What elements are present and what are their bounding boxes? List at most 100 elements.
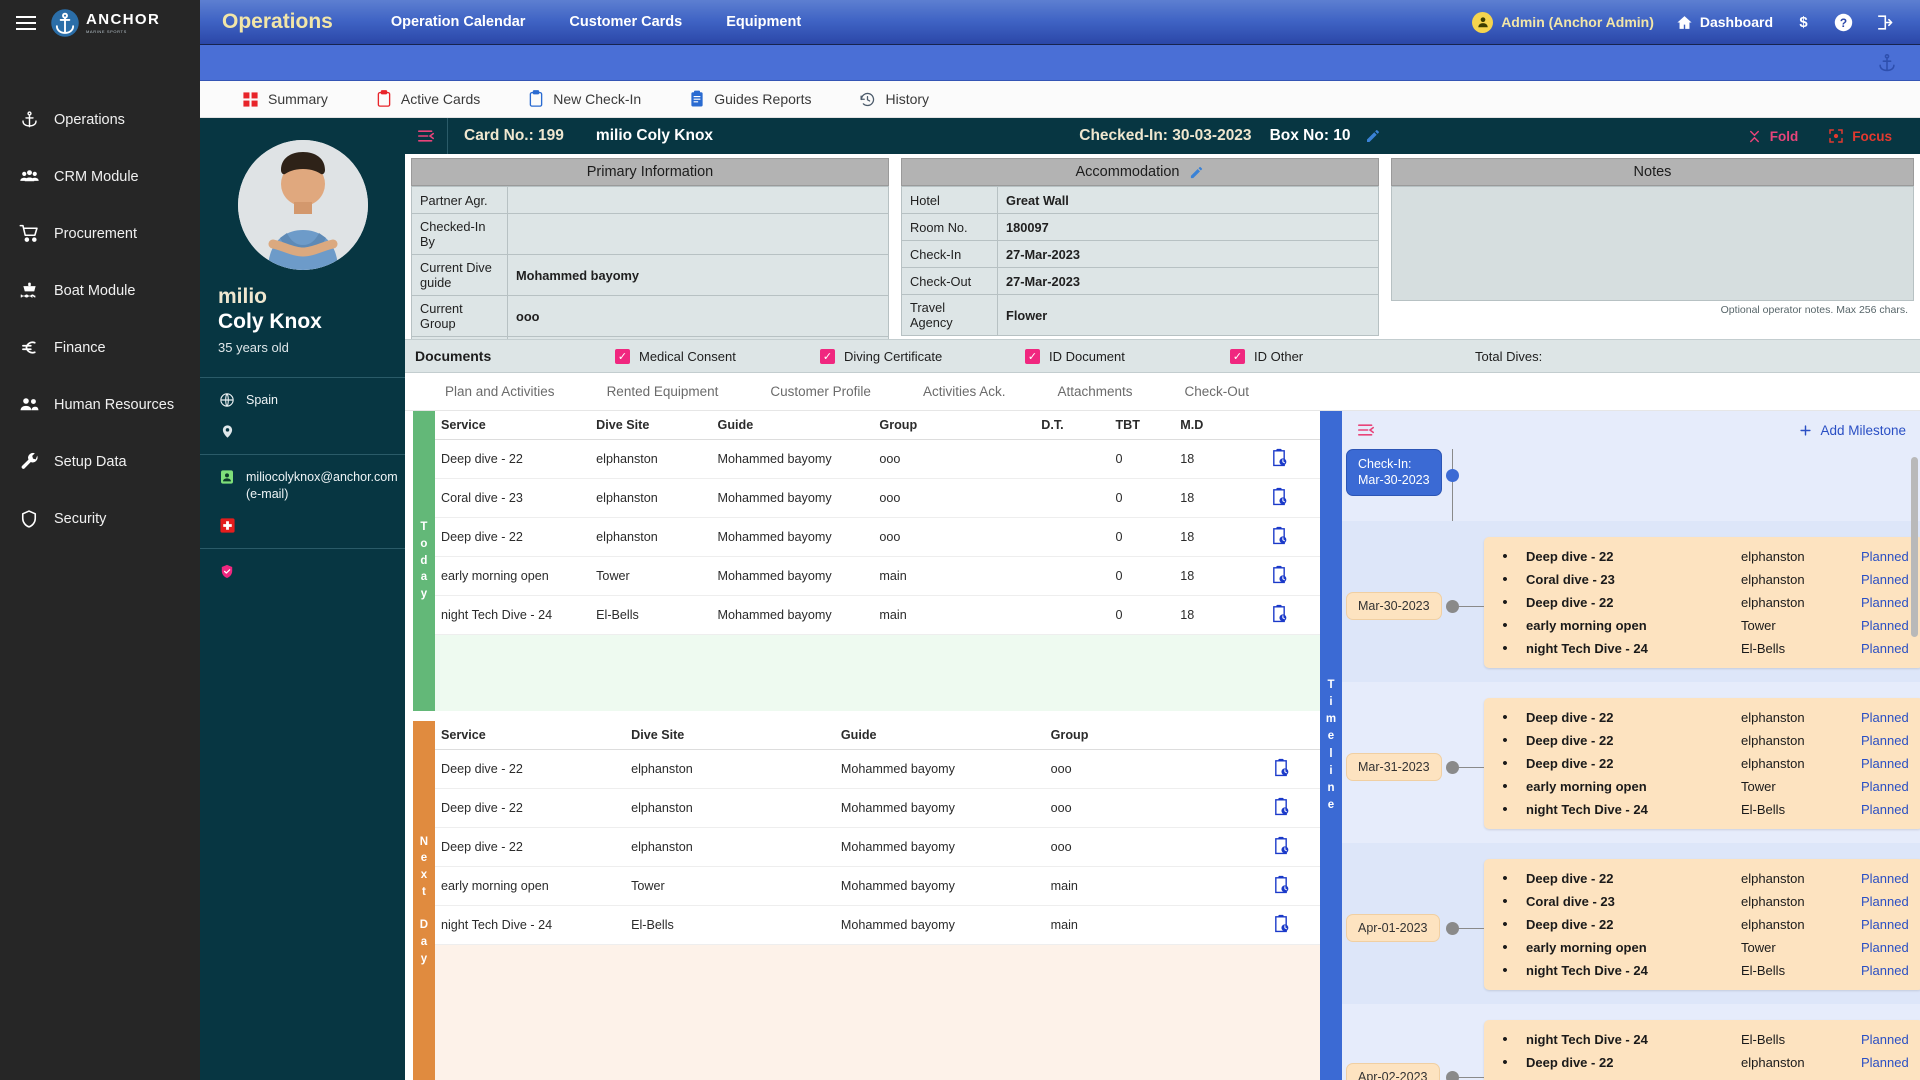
clipboard-clock-icon[interactable]	[1272, 844, 1290, 858]
cell-action[interactable]	[1241, 867, 1320, 906]
row-value-travel-agency[interactable]: Flower	[998, 295, 1379, 336]
table-row[interactable]: Deep dive - 22elphanstonMohammed bayomyo…	[435, 518, 1320, 557]
timeline-scroll-area[interactable]: Check-In:Mar-30-2023 Mar-30-2023 •Deep div…	[1342, 449, 1920, 1080]
row-value-check-in[interactable]: 27-Mar-2023	[998, 241, 1379, 268]
tab-active-cards[interactable]: Active Cards	[352, 81, 504, 117]
timeline-item[interactable]: •Coral dive - 23elphanstonPlanned	[1484, 890, 1909, 913]
cell-action[interactable]	[1239, 518, 1320, 557]
timeline-item[interactable]: •Coral dive - 23elphanstonPlanned	[1484, 568, 1909, 591]
clipboard-clock-icon[interactable]	[1270, 495, 1288, 509]
table-row[interactable]: early morning openTowerMohammed bayomyma…	[435, 557, 1320, 596]
row-value-current-group[interactable]: ooo	[508, 296, 889, 337]
document-checkbox-id-document[interactable]: ✓ ID Document	[1025, 349, 1230, 364]
card-collapse-toggle-icon[interactable]	[405, 128, 447, 144]
cell-action[interactable]	[1241, 906, 1320, 945]
timeline-collapse-toggle-icon[interactable]	[1356, 422, 1376, 438]
cell-action[interactable]	[1239, 440, 1320, 479]
timeline-item[interactable]: •Deep dive - 22elphanstonPlanned	[1484, 867, 1909, 890]
table-row[interactable]: night Tech Dive - 24El-BellsMohammed bay…	[435, 596, 1320, 635]
timeline-item[interactable]: •early morning openTowerPlanned	[1484, 775, 1909, 798]
tab-summary[interactable]: Summary	[218, 81, 352, 117]
user-menu[interactable]: Admin (Anchor Admin)	[1472, 12, 1654, 33]
clipboard-clock-icon[interactable]	[1272, 883, 1290, 897]
sidebar-item-setup-data[interactable]: Setup Data	[0, 433, 200, 490]
row-value[interactable]	[508, 187, 889, 214]
clipboard-clock-icon[interactable]	[1270, 573, 1288, 587]
sidebar-item-crm-module[interactable]: CRM Module	[0, 148, 200, 205]
anchor-icon[interactable]	[1876, 52, 1898, 74]
edit-pencil-icon[interactable]	[1351, 128, 1381, 144]
cell-action[interactable]	[1241, 789, 1320, 828]
add-milestone-button[interactable]: Add Milestone	[1798, 423, 1906, 438]
tab-history[interactable]: History	[835, 81, 953, 117]
row-value-check-out[interactable]: 27-Mar-2023	[998, 268, 1379, 295]
table-row[interactable]: Coral dive - 23elphanstonMohammed bayomy…	[435, 479, 1320, 518]
timeline-scrollbar[interactable]	[1911, 457, 1918, 637]
inner-tab-rented-equipment[interactable]: Rented Equipment	[581, 384, 745, 399]
help-icon[interactable]: ?	[1834, 13, 1853, 32]
sidebar-item-operations[interactable]: Operations	[0, 91, 200, 148]
clipboard-clock-icon[interactable]	[1272, 805, 1290, 819]
timeline-item[interactable]: •early morning openTowerPlanned	[1484, 614, 1909, 637]
timeline-item[interactable]: •Deep dive - 22elphanstonPlanned	[1484, 706, 1909, 729]
nav-item-customer-cards[interactable]: Customer Cards	[547, 14, 704, 30]
dashboard-link[interactable]: Dashboard	[1676, 14, 1773, 31]
clipboard-clock-icon[interactable]	[1270, 534, 1288, 548]
row-value-hotel[interactable]: Great Wall	[998, 187, 1379, 214]
sidebar-item-human-resources[interactable]: Human Resources	[0, 376, 200, 433]
cell-action[interactable]	[1241, 828, 1320, 867]
cell-action[interactable]	[1239, 557, 1320, 596]
timeline-item[interactable]: •Deep dive - 22elphanstonPlanned	[1484, 591, 1909, 614]
timeline-date-pill[interactable]: Mar-31-2023	[1346, 753, 1442, 781]
timeline-item[interactable]: •Deep dive - 22elphanstonPlanned	[1484, 545, 1909, 568]
document-checkbox-medical-consent[interactable]: ✓ Medical Consent	[615, 349, 820, 364]
nav-item-operation-calendar[interactable]: Operation Calendar	[369, 14, 548, 30]
nav-item-equipment[interactable]: Equipment	[704, 14, 823, 30]
edit-pencil-icon[interactable]	[1189, 165, 1204, 180]
inner-tab-check-out[interactable]: Check-Out	[1159, 384, 1276, 399]
nav-title-operations[interactable]: Operations	[222, 10, 333, 34]
table-row[interactable]: Deep dive - 22elphanstonMohammed bayomyo…	[435, 789, 1320, 828]
timeline-item[interactable]: •Deep dive - 22elphanstonPlanned	[1484, 729, 1909, 752]
row-value[interactable]	[508, 214, 889, 255]
inner-tab-attachments[interactable]: Attachments	[1031, 384, 1158, 399]
clipboard-clock-icon[interactable]	[1270, 456, 1288, 470]
tab-new-check-in[interactable]: New Check-In	[504, 81, 665, 117]
row-value-dive-guide[interactable]: Mohammed bayomy	[508, 255, 889, 296]
tab-guides-reports[interactable]: Guides Reports	[665, 81, 835, 117]
timeline-date-pill[interactable]: Mar-30-2023	[1346, 592, 1442, 620]
timeline-item[interactable]: •night Tech Dive - 24El-BellsPlanned	[1484, 959, 1909, 982]
timeline-item[interactable]: •Coral dive - 23elphanstonPlanned	[1484, 1074, 1909, 1080]
inner-tab-plan-and-activities[interactable]: Plan and Activities	[419, 384, 581, 399]
sidebar-item-security[interactable]: Security	[0, 490, 200, 547]
row-value-room-no[interactable]: 180097	[998, 214, 1379, 241]
table-row[interactable]: Deep dive - 22elphanstonMohammed bayomyo…	[435, 828, 1320, 867]
clipboard-clock-icon[interactable]	[1272, 766, 1290, 780]
timeline-date-pill[interactable]: Apr-01-2023	[1346, 914, 1440, 942]
table-row[interactable]: Deep dive - 22elphanstonMohammed bayomyo…	[435, 440, 1320, 479]
timeline-date-pill[interactable]: Apr-02-2023	[1346, 1063, 1440, 1080]
table-row[interactable]: night Tech Dive - 24El-BellsMohammed bay…	[435, 906, 1320, 945]
sidebar-item-procurement[interactable]: Procurement	[0, 205, 200, 262]
fold-button[interactable]: Fold	[1747, 129, 1799, 144]
hamburger-menu-icon[interactable]	[16, 16, 36, 30]
table-row[interactable]: Deep dive - 22elphanstonMohammed bayomyo…	[435, 750, 1320, 789]
timeline-checkin-pill[interactable]: Check-In:Mar-30-2023	[1346, 449, 1442, 496]
cell-action[interactable]	[1241, 750, 1320, 789]
timeline-item[interactable]: •Deep dive - 22elphanstonPlanned	[1484, 752, 1909, 775]
inner-tab-customer-profile[interactable]: Customer Profile	[744, 384, 897, 399]
timeline-item[interactable]: •night Tech Dive - 24El-BellsPlanned	[1484, 798, 1909, 821]
clipboard-clock-icon[interactable]	[1272, 922, 1290, 936]
notes-textarea[interactable]	[1391, 186, 1914, 301]
timeline-item[interactable]: •early morning openTowerPlanned	[1484, 936, 1909, 959]
inner-tab-activities-ack[interactable]: Activities Ack.	[897, 384, 1032, 399]
document-checkbox-id-other[interactable]: ✓ ID Other	[1230, 349, 1475, 364]
document-checkbox-diving-certificate[interactable]: ✓ Diving Certificate	[820, 349, 1025, 364]
cell-action[interactable]	[1239, 479, 1320, 518]
dollar-icon[interactable]: $	[1795, 12, 1812, 32]
timeline-item[interactable]: •night Tech Dive - 24El-BellsPlanned	[1484, 637, 1909, 660]
timeline-item[interactable]: •Deep dive - 22elphanstonPlanned	[1484, 1051, 1909, 1074]
focus-button[interactable]: Focus	[1828, 128, 1892, 144]
timeline-item[interactable]: •night Tech Dive - 24El-BellsPlanned	[1484, 1028, 1909, 1051]
timeline-item[interactable]: •Deep dive - 22elphanstonPlanned	[1484, 913, 1909, 936]
